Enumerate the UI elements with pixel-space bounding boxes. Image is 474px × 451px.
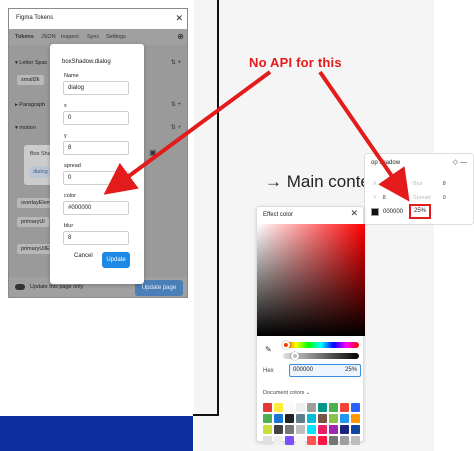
annotation-arrows — [103, 70, 410, 202]
arrow-to-opacity — [318, 70, 410, 202]
arrow-to-color-field — [103, 70, 272, 195]
